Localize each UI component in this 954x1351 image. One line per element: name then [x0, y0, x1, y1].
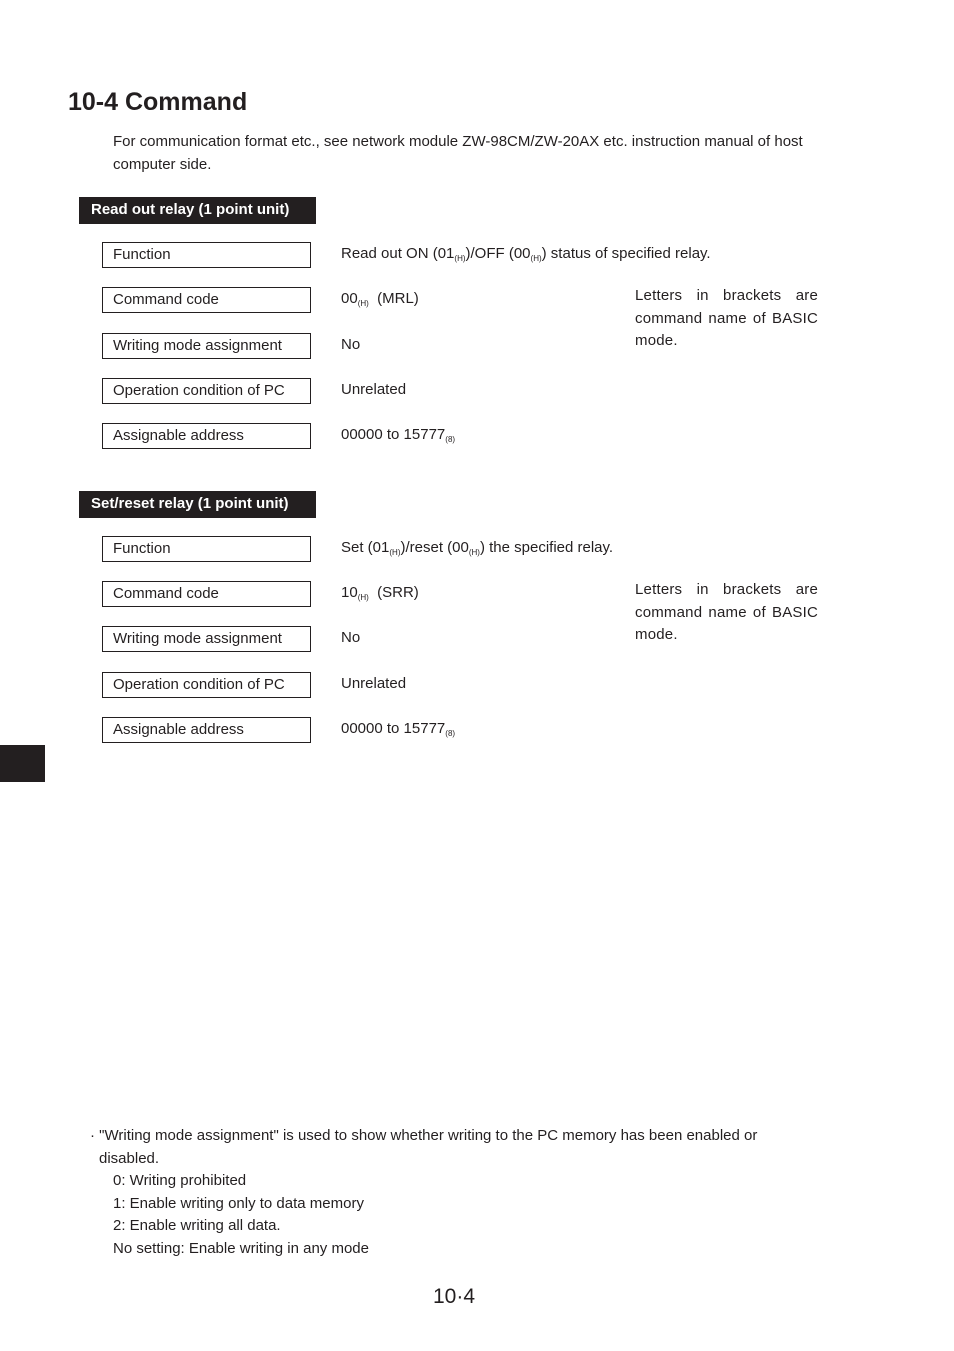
footnote-line: · "Writing mode assignment" is used to s… — [90, 1127, 758, 1144]
value-subscript: (8) — [445, 729, 456, 738]
label-command-code: Command code — [102, 287, 311, 313]
value-subscript: (H) — [357, 593, 369, 602]
value-function: Read out ON (01(H))/OFF (00(H)) status o… — [341, 243, 711, 270]
value-command-code: 10(H) (SRR) — [341, 582, 419, 609]
value-text: Set (01 — [341, 539, 390, 556]
value-text: 00 — [341, 290, 358, 307]
value-text: Read out ON (01 — [341, 245, 455, 262]
value-subscript: (H) — [454, 254, 466, 263]
value-operation-condition: Unrelated — [341, 675, 407, 692]
value-text: )/reset (00 — [400, 539, 469, 556]
label-writing-mode: Writing mode assignment — [102, 333, 311, 359]
footnote-item: No setting: Enable writing in any mode — [113, 1239, 369, 1257]
value-writing-mode: No — [341, 336, 361, 353]
value-subscript: (8) — [445, 435, 456, 444]
footnote-item: 0: Writing prohibited — [113, 1172, 247, 1190]
value-writing-mode: No — [341, 629, 361, 646]
label-function: Function — [102, 536, 311, 562]
label-command-code: Command code — [102, 581, 311, 607]
label-assignable-address: Assignable address — [102, 717, 311, 743]
value-text: ) the specified relay. — [479, 539, 614, 556]
value-subscript: (H) — [530, 254, 542, 263]
value-subscript: (H) — [468, 548, 480, 557]
value-text: 00000 to 15777 — [341, 426, 446, 443]
value-text: (SRR) — [368, 584, 419, 601]
value-subscript: (H) — [389, 548, 401, 557]
footnote-item: 1: Enable writing only to data memory — [113, 1194, 364, 1212]
label-function: Function — [102, 242, 311, 268]
value-subscript: (H) — [357, 299, 369, 308]
value-assignable-address: 00000 to 15777(8) — [341, 424, 455, 451]
section-header-set-reset-relay: Set/reset relay (1 point unit) — [79, 491, 316, 518]
label-operation-condition: Operation condition of PC — [102, 672, 311, 698]
page-number: 10·4 — [433, 1285, 476, 1308]
note-brackets: Letters in brackets are command name of … — [635, 287, 818, 349]
chapter-tab-marker — [0, 745, 45, 782]
footnote-item: 2: Enable writing all data. — [113, 1217, 281, 1235]
value-operation-condition: Unrelated — [341, 381, 407, 398]
intro-paragraph: For communication format etc., see netwo… — [113, 133, 803, 173]
value-text: )/OFF (00 — [465, 245, 531, 262]
label-assignable-address: Assignable address — [102, 423, 311, 449]
value-assignable-address: 00000 to 15777(8) — [341, 718, 455, 745]
label-writing-mode: Writing mode assignment — [102, 626, 311, 652]
note-brackets: Letters in brackets are command name of … — [635, 581, 818, 643]
value-text: 00000 to 15777 — [341, 720, 446, 737]
value-text: 10 — [341, 584, 358, 601]
label-operation-condition: Operation condition of PC — [102, 378, 311, 404]
value-text: (MRL) — [368, 290, 419, 307]
page-title: 10-4 Command — [68, 88, 248, 116]
value-text: ) status of specified relay. — [541, 245, 711, 262]
value-function: Set (01(H))/reset (00(H)) the specified … — [341, 537, 613, 564]
footnote: · "Writing mode assignment" is used to s… — [90, 1125, 830, 1261]
section-header-read-out-relay: Read out relay (1 point unit) — [79, 197, 316, 224]
value-command-code: 00(H) (MRL) — [341, 288, 419, 315]
footnote-line: disabled. — [99, 1149, 160, 1167]
